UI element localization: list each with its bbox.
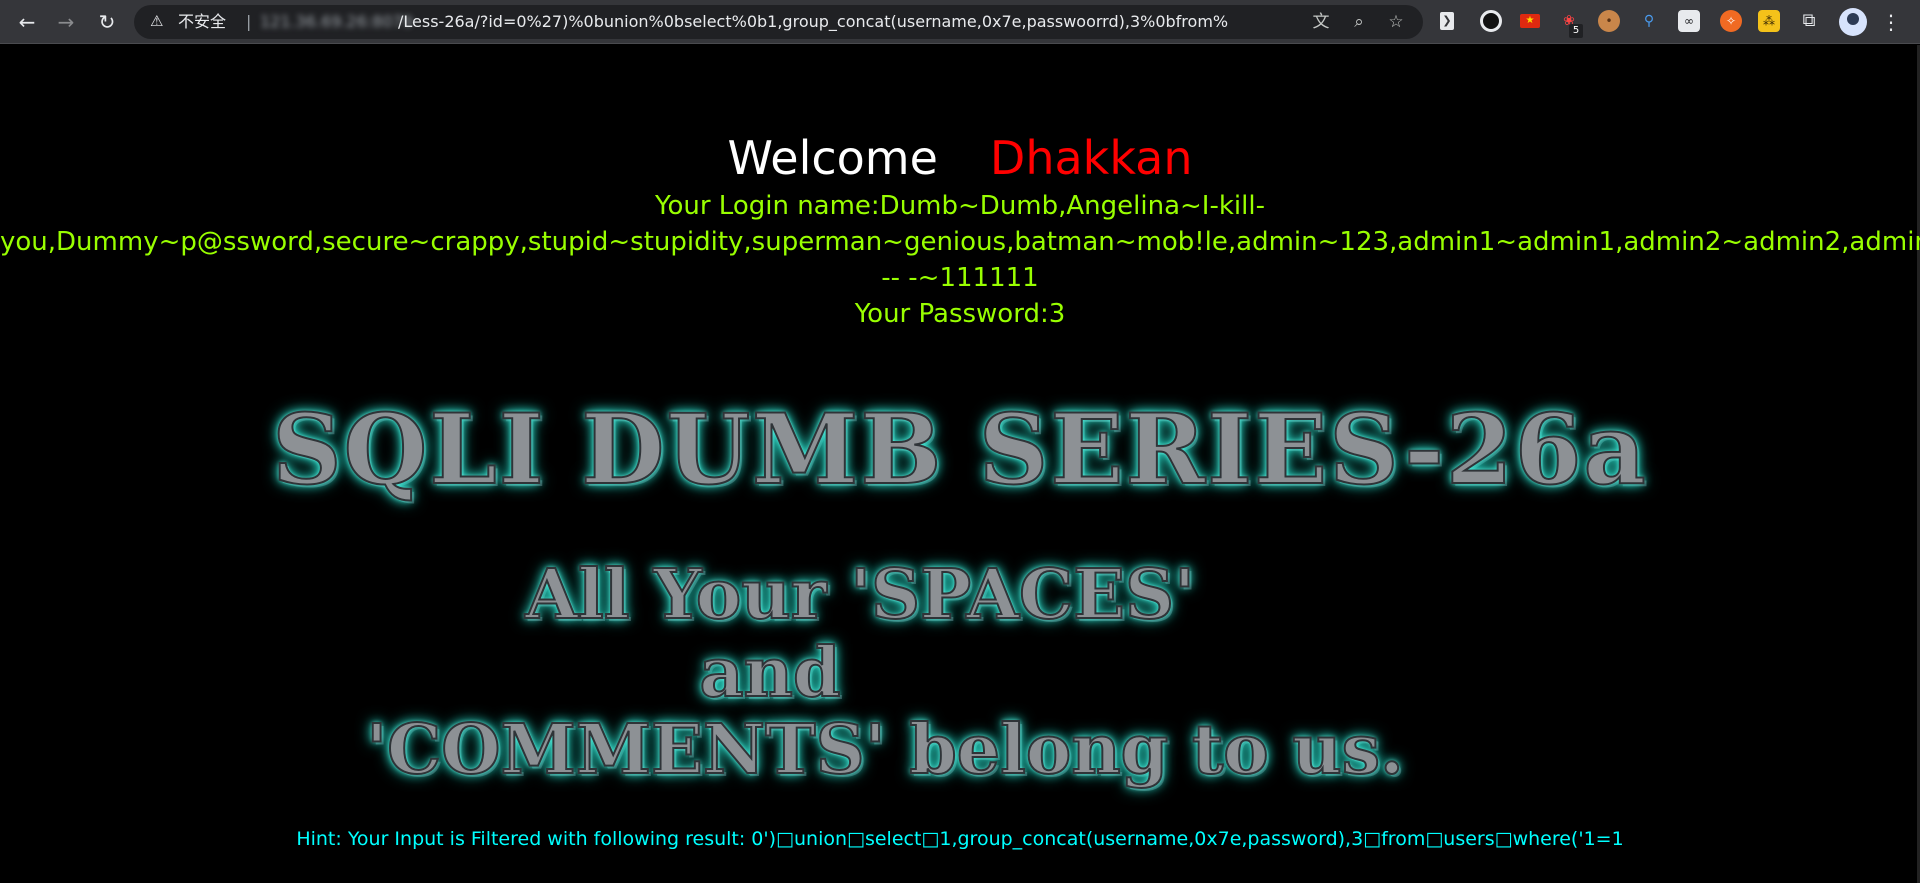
url-separator: |: [246, 12, 252, 31]
filter-hint: Hint: Your Input is Filtered with follow…: [296, 828, 1624, 850]
address-bar[interactable]: ⚠ 不安全 | 121.36.69.26:8079 /Less-26a/?id=…: [134, 5, 1423, 39]
welcome-username: Dhakkan: [989, 131, 1193, 185]
star-icon[interactable]: ☆: [1385, 12, 1407, 32]
login-name-line-2: you,Dummy~p@ssword,secure~crappy,stupid~…: [0, 227, 1920, 257]
welcome-heading: Welcome Dhakkan: [0, 130, 1920, 186]
security-label[interactable]: 不安全: [178, 12, 226, 32]
extension-glasses-icon[interactable]: ∞: [1678, 10, 1700, 32]
extension-reader-icon[interactable]: ❯: [1440, 12, 1454, 30]
translate-icon[interactable]: 文: [1310, 12, 1332, 32]
extension-circle-icon[interactable]: [1480, 10, 1502, 32]
login-name-line-3: -- -~111111: [881, 263, 1039, 293]
warning-icon[interactable]: ⚠: [150, 13, 166, 29]
extension-badge: 5: [1569, 24, 1583, 38]
login-name-line-1: Your Login name:Dumb~Dumb,Angelina~I-kil…: [655, 191, 1265, 221]
reload-icon[interactable]: ↻: [94, 9, 120, 35]
url-host-blurred: 121.36.69.26:8079: [260, 12, 413, 31]
profile-avatar[interactable]: [1839, 8, 1867, 36]
extension-orange-icon[interactable]: ✧: [1720, 10, 1742, 32]
extension-pin-icon[interactable]: ⚲: [1638, 10, 1660, 32]
password-line: Your Password:3: [854, 299, 1066, 329]
kebab-menu-icon[interactable]: ⋮: [1881, 9, 1901, 35]
forward-arrow-icon[interactable]: →: [53, 9, 79, 35]
url-path[interactable]: /Less-26a/?id=0%27)%0bunion%0bselect%0b1…: [398, 12, 1228, 32]
browser-toolbar: ← → ↻ ⚠ 不安全 | 121.36.69.26:8079 /Less-26…: [0, 0, 1920, 44]
welcome-text: Welcome: [727, 131, 938, 185]
puzzle-icon[interactable]: ⧉: [1798, 10, 1820, 32]
banner-line-spaces: All Your 'SPACES': [524, 554, 1196, 636]
login-result: Your Login name:Dumb~Dumb,Angelina~I-kil…: [0, 188, 1920, 332]
banner-line-comments: 'COMMENTS' belong to us.: [365, 709, 1404, 791]
banner-line-and: and: [698, 632, 841, 714]
banner-title: SQLI DUMB SERIES-26a: [271, 393, 1648, 506]
extension-leopard-icon[interactable]: ⁂: [1758, 10, 1780, 32]
back-arrow-icon[interactable]: ←: [14, 9, 40, 35]
extension-cookie-icon[interactable]: •: [1598, 10, 1620, 32]
extension-china-flag-icon[interactable]: ★: [1520, 14, 1540, 28]
zoom-icon[interactable]: ⌕: [1348, 12, 1370, 32]
